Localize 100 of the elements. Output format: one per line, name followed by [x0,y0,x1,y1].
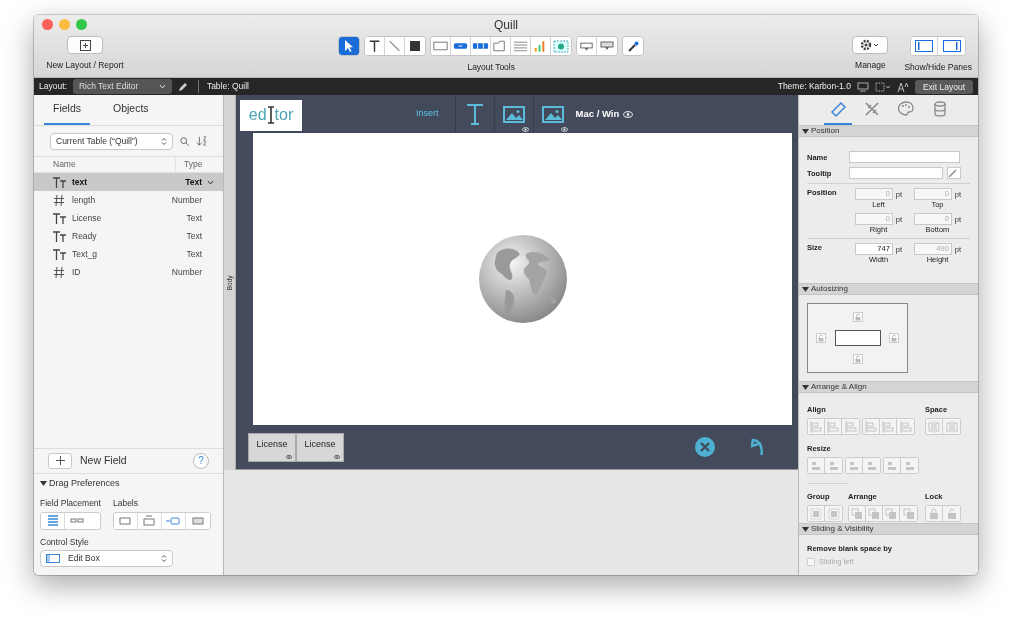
inside-layout-icon [190,514,205,528]
help-button[interactable]: ? [193,452,209,469]
license-button[interactable]: License [248,432,296,462]
text-field-icon [53,248,67,260]
insert-label: Insert [416,107,439,121]
logo-text: tor [274,105,294,125]
popover-tool-button[interactable] [577,37,598,55]
field-type: Number [170,193,202,207]
section-title: Drag Preferences [49,478,120,489]
close-circle-icon[interactable] [695,437,715,457]
disclosure-icon[interactable] [40,480,47,488]
table-dropdown[interactable]: Current Table (“Quill”) [50,132,173,150]
text-input[interactable] [849,167,943,179]
toolbar-label: Manage [855,59,886,72]
field-name: License [72,211,102,225]
field-row[interactable]: text Text [34,173,223,191]
theme-icon[interactable] [856,81,869,92]
plus-icon [55,456,65,466]
field-type: Text [185,247,202,261]
vertical-option-button[interactable] [41,512,65,529]
text-tool-icon[interactable] [465,103,484,125]
field-name: ID [72,265,81,279]
section-header[interactable]: Autosizing [799,283,978,295]
field-row[interactable]: License Text [34,209,223,227]
grid-icon[interactable] [874,81,891,92]
field-row[interactable]: Text_g Text [34,245,223,263]
none-layout-icon [118,514,133,528]
close-button[interactable] [42,19,53,30]
section-header[interactable]: Arrange & Align [799,381,978,393]
text-input[interactable] [849,151,960,163]
search-icon[interactable] [180,135,190,147]
add-field-button[interactable] [48,452,72,469]
tab-tool-button[interactable] [491,37,512,55]
field-row[interactable]: length Number [34,191,223,209]
popover-button-tool-button[interactable] [597,37,618,55]
pencil-icon[interactable] [177,81,188,92]
pointer-tool-button[interactable] [339,37,360,55]
option-label: Labels [112,497,139,508]
disclosure-icon[interactable] [802,285,809,293]
button-tool-button[interactable] [451,37,472,55]
top-anchor-lock-icon[interactable] [852,312,863,322]
pane-tab[interactable]: Objects [104,95,158,125]
field-row[interactable]: Ready Text [34,227,223,245]
left-pane-button[interactable] [911,37,939,55]
minimize-button[interactable] [59,19,70,30]
image-icon[interactable] [541,105,564,123]
appearance-icon [896,100,915,118]
disclosure-icon[interactable] [802,525,809,533]
hash-icon [53,266,65,278]
text-field-icon [53,212,67,224]
stepper-icon [161,136,167,146]
none-option-button[interactable] [113,512,138,529]
new-field-button[interactable]: New Field [80,452,127,469]
left-layout-icon [166,514,181,528]
image-icon[interactable] [502,105,525,123]
vertical-layout-icon [45,514,60,528]
field-tool-button[interactable] [431,37,452,55]
disclosure-icon[interactable] [802,127,809,135]
portal-tool-button[interactable] [511,37,532,55]
column-header: Type [175,158,215,171]
chevron-down-icon [158,84,166,89]
layout-dropdown[interactable]: Rich Text Editor [72,79,172,94]
control-style-dropdown[interactable]: Edit Box [40,550,173,567]
option-label: Field Placement [40,497,101,508]
license-button[interactable]: License [296,432,344,462]
exit-layout-button[interactable]: Exit Layout [914,79,973,94]
new-layout-icon [79,39,91,51]
bottom-anchor-lock-icon[interactable] [852,354,863,364]
bring-forward-icon [867,506,881,521]
send-backward-icon [884,506,898,521]
back-arrow-icon[interactable] [751,438,765,456]
edit-tooltip-button[interactable] [947,167,961,179]
field-type: Text [185,229,202,243]
column-header: Name [53,158,76,171]
section-header[interactable]: Sliding & Visibility [799,523,978,535]
web-viewer-tool-button[interactable] [551,37,572,55]
window-title: Quill [494,18,518,34]
sort-icon[interactable] [196,135,207,147]
new-layout-button[interactable] [67,36,103,54]
eye-icon [286,454,292,459]
chart-tool-button[interactable] [531,37,552,55]
manage-button[interactable] [852,36,889,54]
section-header[interactable]: Position [799,125,978,137]
table-label: Table: Quill [197,80,249,93]
left-anchor-lock-icon[interactable] [816,333,827,343]
text-field-icon [53,230,67,242]
eyedropper-tool-button[interactable] [623,37,644,55]
chevron-down-icon[interactable] [207,179,214,185]
pane-tab[interactable]: Fields [44,95,90,125]
eye-icon [334,454,340,459]
left-pane-icon [915,40,934,52]
right-anchor-lock-icon[interactable] [888,333,899,343]
option-label: Control Style [40,536,90,547]
font-size-icon[interactable] [896,81,909,92]
disclosure-icon[interactable] [802,383,809,391]
text-tool-button[interactable] [365,37,386,55]
zoom-button[interactable] [76,19,87,30]
eye-icon [623,110,634,118]
layout-label: Layout: [39,80,67,93]
field-row[interactable]: ID Number [34,263,223,281]
